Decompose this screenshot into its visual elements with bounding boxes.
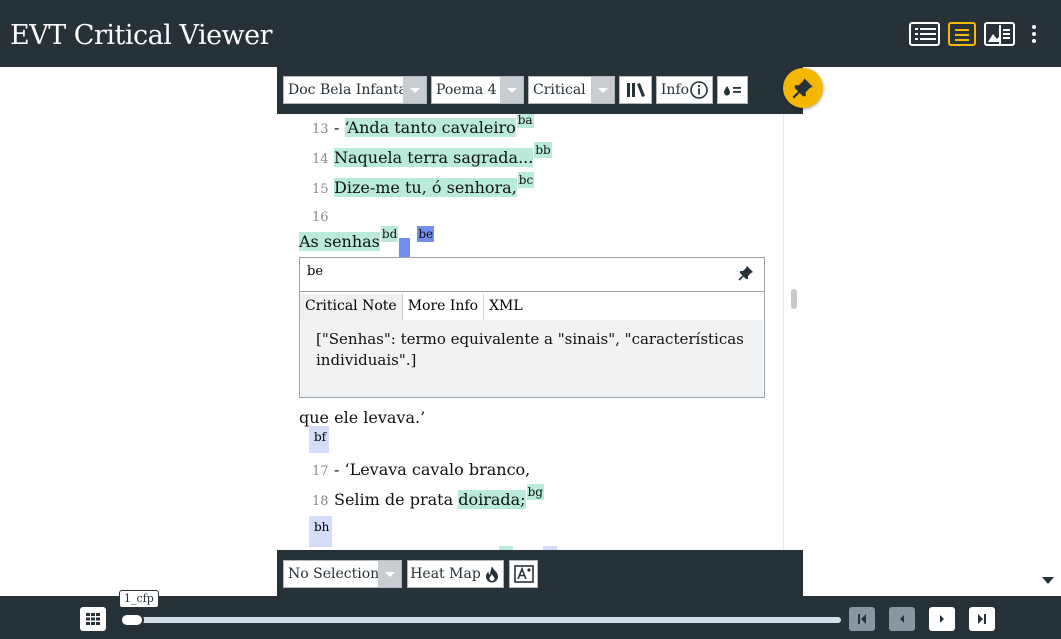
pin-icon[interactable]: [738, 265, 754, 285]
apparatus-entry[interactable]: bh: [309, 516, 333, 547]
chevron-down-icon: [403, 77, 426, 103]
tab-xml[interactable]: XML: [484, 294, 528, 320]
panel-toolbar: Doc Bela Infanta Poema 4 Critical Info: [277, 67, 803, 114]
poem-select-value: Poema 4: [436, 82, 497, 98]
apparatus-entry[interactable]: ba: [516, 114, 534, 128]
page-slider-track[interactable]: [121, 617, 841, 623]
plain-text: ‘Levava cavalo branco,: [344, 460, 531, 479]
tab-critical-note[interactable]: Critical Note: [300, 294, 403, 320]
top-bar: EVT Critical Viewer: [0, 0, 1061, 67]
line-prefix: -: [334, 118, 345, 137]
edition-select[interactable]: Critical: [528, 76, 615, 104]
chevron-down-icon: [500, 77, 523, 103]
tab-more-info[interactable]: More Info: [403, 294, 485, 320]
senhas-line: As senhas bd be: [299, 226, 435, 251]
poem-select[interactable]: Poema 4: [431, 76, 524, 104]
line-number: 17: [312, 464, 329, 479]
text-view-icon[interactable]: [948, 22, 976, 46]
apparatus-reading[interactable]: Naquela terra sagrada...: [334, 148, 534, 167]
line-prefix: -: [334, 460, 345, 479]
filter-button[interactable]: [717, 76, 748, 104]
chevron-down-icon: [378, 561, 401, 587]
apparatus-entry-bh-wrap: bh: [308, 516, 333, 547]
previous-page-button[interactable]: [889, 607, 915, 631]
last-page-button[interactable]: [969, 607, 995, 631]
chevron-left-icon: [900, 615, 904, 623]
first-page-icon: [858, 614, 866, 624]
page-label-tooltip: 1_cfp: [119, 590, 159, 608]
critical-note-text: ["Senhas": termo equivalente a "sinais",…: [301, 320, 763, 397]
library-icon: [626, 83, 645, 97]
text-line-14: 14 Naquela terra sagrada... bb: [312, 142, 552, 167]
line-number: 14: [312, 152, 329, 167]
line-number: 13: [312, 122, 329, 137]
edition-select-value: Critical: [533, 82, 586, 98]
pin-button[interactable]: [783, 68, 823, 108]
grid-icon: [86, 613, 100, 625]
last-page-icon: [978, 614, 986, 624]
info-button[interactable]: Info: [656, 76, 713, 104]
text-line-16: 16: [312, 206, 334, 225]
document-select[interactable]: Doc Bela Infanta: [283, 76, 427, 104]
apparatus-entry[interactable]: bf: [309, 426, 330, 453]
thumbnails-button[interactable]: [80, 607, 106, 631]
collapse-toggle[interactable]: [1033, 566, 1061, 596]
plain-text: que ele levava.’: [299, 408, 426, 427]
panel-footer: No Selection Heat Map: [277, 550, 803, 596]
apparatus-reading[interactable]: Dize-me tu, ó senhora,: [334, 178, 517, 197]
apparatus-reading[interactable]: doirada;: [458, 490, 526, 509]
scrollbar[interactable]: [783, 114, 803, 550]
info-icon: [690, 81, 708, 99]
critical-text-panel: Doc Bela Infanta Poema 4 Critical Info 1…: [277, 67, 803, 596]
bottom-navigation-bar: [0, 596, 1061, 639]
heat-map-button[interactable]: Heat Map: [407, 560, 504, 588]
font-settings-icon: [513, 565, 534, 583]
text-line-18: 18 Selim de prata doirada; bg: [312, 484, 544, 509]
apparatus-reading[interactable]: As senhas: [299, 232, 380, 251]
document-select-value: Doc Bela Infanta: [288, 82, 407, 98]
app-title: EVT Critical Viewer: [10, 20, 273, 51]
chevron-down-icon: [591, 77, 614, 103]
first-page-button[interactable]: [849, 607, 875, 631]
view-switcher: [909, 22, 1041, 46]
text-line-17: 17- ‘Levava cavalo branco,: [312, 460, 530, 479]
chevron-right-icon: [940, 615, 944, 623]
popup-tabs: Critical Note More Info XML: [300, 294, 528, 320]
line-number: 16: [312, 210, 329, 225]
popup-header: be: [300, 258, 764, 292]
plain-text: Selim de prata: [334, 490, 459, 509]
witnesses-button[interactable]: [619, 76, 652, 104]
apparatus-popup: be Critical Note More Info XML ["Senhas"…: [299, 257, 765, 398]
selection-select[interactable]: No Selection: [283, 560, 402, 588]
pin-icon: [792, 78, 813, 99]
page-slider-handle[interactable]: [120, 613, 144, 627]
info-label: Info: [660, 82, 690, 98]
apparatus-reading[interactable]: ‘Anda tanto cavaleiro: [344, 118, 516, 137]
apparatus-entry[interactable]: bd: [380, 226, 399, 242]
selection-select-value: No Selection: [288, 566, 380, 582]
font-size-button[interactable]: [509, 560, 538, 588]
drop-list-icon: [723, 86, 741, 96]
selected-apparatus-entry[interactable]: be: [417, 226, 435, 242]
fire-icon: [485, 566, 498, 583]
text-line-15: 15 Dize-me tu, ó senhora, bc: [312, 172, 535, 197]
apparatus-entry[interactable]: bg: [526, 484, 544, 500]
next-page-button[interactable]: [929, 607, 955, 631]
apparatus-entry[interactable]: bc: [517, 172, 535, 188]
critical-text-content: 13- ‘Anda tanto cavaleiro ba 14 Naquela te…: [277, 114, 803, 550]
list-view-icon[interactable]: [909, 22, 940, 46]
text-line-13: 13- ‘Anda tanto cavaleiro ba: [312, 114, 534, 137]
line-number: 15: [312, 182, 329, 197]
image-text-view-icon[interactable]: [984, 22, 1015, 46]
heat-map-label: Heat Map: [410, 566, 481, 582]
apparatus-entry[interactable]: bb: [534, 142, 552, 158]
apparatus-entry-bf-wrap: bf: [308, 426, 330, 453]
kebab-menu-icon[interactable]: [1027, 22, 1041, 46]
scrollbar-thumb[interactable]: [791, 289, 797, 309]
popup-reference: be: [307, 264, 324, 279]
after-line: que ele levava.’: [299, 408, 425, 427]
line-number: 18: [312, 494, 329, 509]
